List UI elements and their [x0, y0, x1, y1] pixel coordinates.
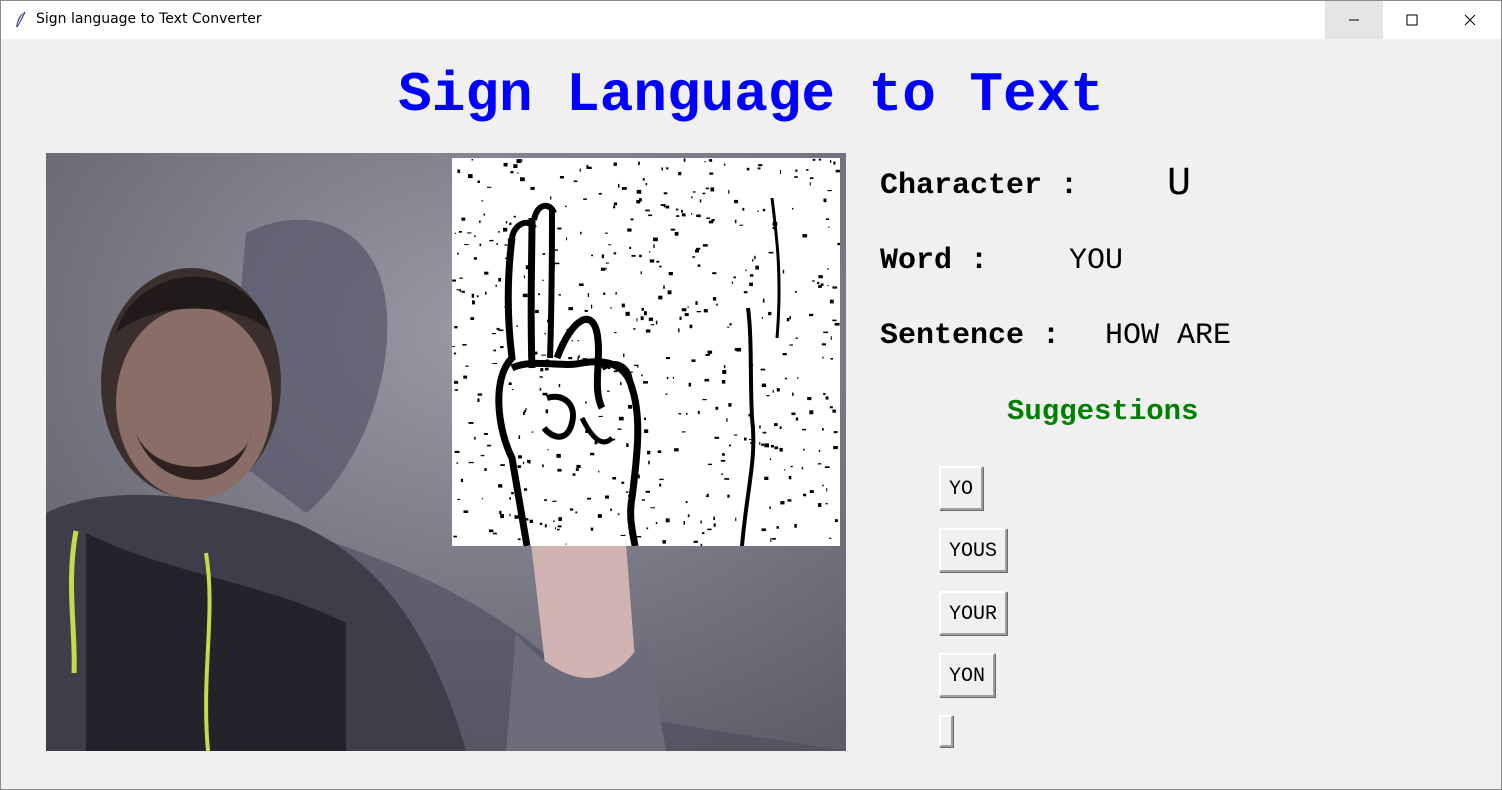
maximize-button[interactable]	[1383, 1, 1441, 39]
suggestion-button-4[interactable]: YON	[939, 653, 996, 697]
minimize-button[interactable]	[1325, 1, 1383, 39]
maximize-icon	[1406, 14, 1418, 26]
word-value: YOU	[1069, 244, 1124, 278]
close-icon	[1464, 14, 1476, 26]
feather-icon	[11, 10, 31, 30]
title-bar[interactable]: Sign language to Text Converter	[1, 1, 1501, 39]
character-value: U	[1167, 162, 1192, 207]
word-label: Word :	[880, 244, 989, 278]
sentence-label: Sentence :	[880, 319, 1061, 353]
close-button[interactable]	[1441, 1, 1499, 39]
character-label: Character :	[880, 169, 1079, 203]
hand-threshold-image	[452, 158, 840, 546]
suggestions-title: Suggestions	[1007, 395, 1199, 428]
suggestion-button-5[interactable]	[939, 715, 953, 747]
minimize-icon	[1349, 19, 1359, 21]
hand-outline-image	[452, 158, 840, 546]
suggestion-button-1[interactable]: YO	[939, 466, 984, 510]
window-title: Sign language to Text Converter	[36, 11, 262, 27]
sentence-value: HOW ARE	[1105, 319, 1232, 353]
suggestion-button-2[interactable]: YOUS	[939, 528, 1008, 572]
app-window: Sign language to Text Converter Sign Lan…	[0, 0, 1502, 790]
suggestion-button-3[interactable]: YOUR	[939, 591, 1008, 635]
page-title: Sign Language to Text	[398, 63, 1104, 127]
